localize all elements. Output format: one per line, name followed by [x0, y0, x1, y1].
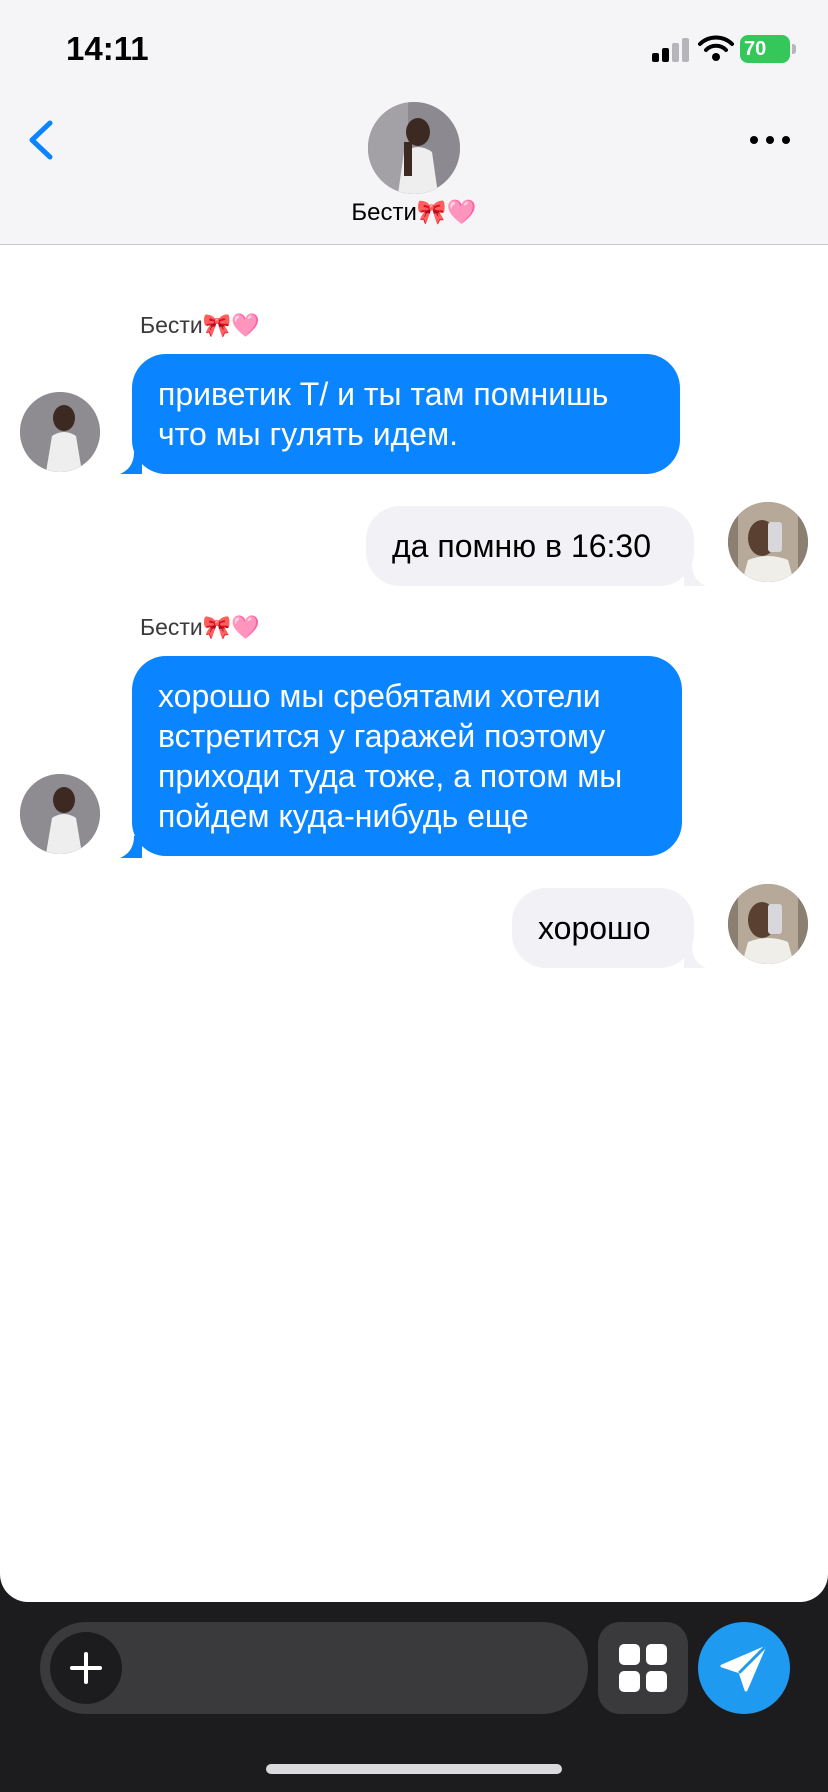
- back-button[interactable]: [20, 115, 64, 165]
- back-chevron-icon: [20, 115, 64, 165]
- friend-avatar[interactable]: [20, 774, 100, 854]
- top-bar: 14:11 70 Бести🎀🩷: [0, 0, 828, 245]
- contact-name: Бести🎀🩷: [351, 199, 477, 226]
- plus-icon: [50, 1632, 122, 1704]
- more-icon: [750, 136, 758, 144]
- battery-level: 70: [744, 38, 767, 60]
- friend-avatar[interactable]: [20, 392, 100, 472]
- message-bubble-outgoing[interactable]: хорошо: [512, 888, 694, 968]
- wifi-icon: [698, 34, 734, 62]
- my-avatar[interactable]: [728, 502, 808, 582]
- my-avatar[interactable]: [728, 884, 808, 964]
- sender-label: Бести🎀🩷: [140, 614, 261, 640]
- message-bubble-incoming[interactable]: приветик Т/ и ты там помнишь что мы гуля…: [132, 354, 680, 474]
- battery-icon: 70: [740, 35, 790, 63]
- sender-label: Бести🎀🩷: [140, 312, 261, 338]
- signal-icon: [652, 38, 690, 62]
- more-button[interactable]: [744, 118, 796, 162]
- message-input[interactable]: [40, 1622, 588, 1714]
- message-bubble-outgoing[interactable]: да помню в 16:30: [366, 506, 694, 586]
- status-time: 14:11: [66, 30, 149, 67]
- contact-avatar[interactable]: [368, 102, 460, 194]
- home-indicator[interactable]: [266, 1764, 562, 1774]
- apps-button[interactable]: [598, 1622, 688, 1714]
- chat-screen: 14:11 70 Бести🎀🩷 Бести🎀🩷 приветик Т/ и т…: [0, 0, 828, 1792]
- attach-button[interactable]: [50, 1632, 122, 1704]
- battery-cap: [792, 44, 796, 54]
- message-bubble-incoming[interactable]: хорошо мы сребятами хотели встретится у …: [132, 656, 682, 856]
- send-button[interactable]: [698, 1622, 790, 1714]
- send-icon: [698, 1622, 790, 1714]
- grid-icon: [598, 1622, 688, 1714]
